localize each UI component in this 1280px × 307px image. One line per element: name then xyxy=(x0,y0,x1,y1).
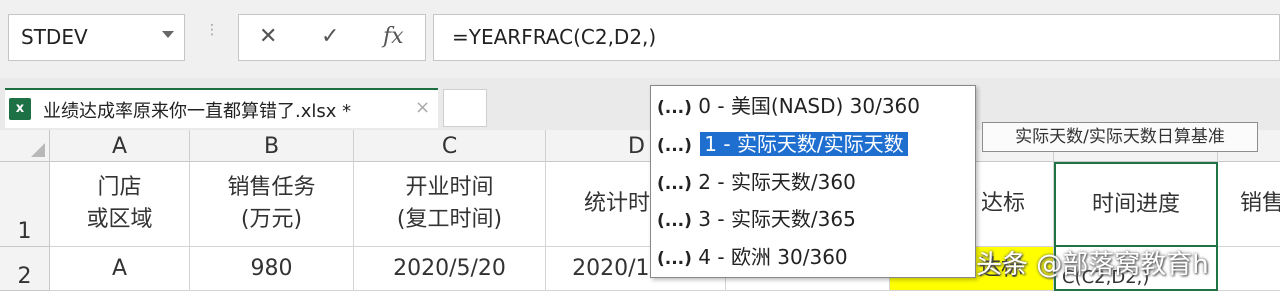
cell-a1-line1: 门店 xyxy=(97,175,142,200)
option-prefix: (...) xyxy=(657,174,692,194)
column-header-c[interactable]: C xyxy=(354,130,546,162)
cell-b1-line2: (万元) xyxy=(240,207,303,232)
row-header-1[interactable]: 1 xyxy=(0,162,50,247)
formula-input[interactable]: =YEARFRAC(C2,D2,) xyxy=(433,14,1280,61)
option-prefix: (...) xyxy=(657,136,692,156)
option-label: 2 - 实际天数/360 xyxy=(698,170,856,194)
cell-b1-line1: 销售任务 xyxy=(227,175,316,200)
cell-a1-line2: 或区域 xyxy=(86,207,153,232)
excel-file-icon: x xyxy=(9,98,31,120)
cell-a1[interactable]: 门店 或区域 xyxy=(50,162,190,247)
cell-c2[interactable]: 2020/5/20 xyxy=(354,247,546,291)
option-prefix: (...) xyxy=(657,249,692,269)
list-item[interactable]: (...) 4 - 欧洲 30/360 xyxy=(653,241,848,273)
cell-a2[interactable]: A xyxy=(50,247,190,291)
cell-a2-text: A xyxy=(111,255,128,281)
name-box-value: STDEV xyxy=(21,25,88,49)
formula-buttons: ✕ ✓ fx xyxy=(238,14,426,61)
option-label: 0 - 美国(NASD) 30/360 xyxy=(698,94,920,118)
cell-b1[interactable]: 销售任务 (万元) xyxy=(190,162,354,247)
name-box[interactable]: STDEV xyxy=(8,14,185,61)
cell-h1-text: 销售 xyxy=(1240,191,1280,216)
option-label: 4 - 欧洲 30/360 xyxy=(698,245,848,269)
new-tab-button[interactable] xyxy=(443,89,487,127)
cell-c1-line1: 开业时间 xyxy=(405,175,494,200)
list-item[interactable]: (...) 0 - 美国(NASD) 30/360 xyxy=(653,90,920,122)
option-prefix: (...) xyxy=(657,211,692,231)
option-tooltip: 实际天数/实际天数日算基准 xyxy=(982,122,1258,152)
list-item-selected[interactable]: (...) 1 - 实际天数/实际天数 xyxy=(653,128,908,160)
select-all-corner[interactable] xyxy=(0,130,50,162)
cell-g1-text: 时间进度 xyxy=(1091,191,1180,217)
cell-h2[interactable] xyxy=(1218,247,1280,291)
cell-c1[interactable]: 开业时间 (复工时间) xyxy=(354,162,546,247)
cell-b2[interactable]: 980 xyxy=(190,247,354,291)
list-item[interactable]: (...) 2 - 实际天数/360 xyxy=(653,166,856,198)
formula-text: =YEARFRAC(C2,D2,) xyxy=(452,25,657,49)
function-argument-dropdown: (...) 0 - 美国(NASD) 30/360 (...) 1 - 实际天数… xyxy=(650,85,976,278)
close-icon[interactable]: × xyxy=(415,97,430,118)
column-header-a[interactable]: A xyxy=(50,130,190,162)
enter-icon[interactable]: ✓ xyxy=(321,24,339,49)
row-header-2[interactable]: 2 xyxy=(0,247,50,291)
cell-h1[interactable]: 销售 xyxy=(1218,162,1280,247)
cell-c1-line2: (复工时间) xyxy=(396,207,503,232)
tab-title: 业绩达成率原来你一直都算错了.xlsx * xyxy=(43,101,352,122)
option-label: 1 - 实际天数/实际天数 xyxy=(700,132,908,156)
cell-c2-text: 2020/5/20 xyxy=(393,255,506,281)
cell-b2-text: 980 xyxy=(250,255,293,281)
cell-f1-text: 达标 xyxy=(980,191,1025,216)
insert-function-icon[interactable]: fx xyxy=(383,24,404,49)
cell-g1[interactable]: 时间进度 xyxy=(1054,162,1218,247)
cancel-icon[interactable]: ✕ xyxy=(259,24,277,49)
tab-workbook[interactable]: x 业绩达成率原来你一直都算错了.xlsx * × xyxy=(5,88,438,128)
watermark: 头条 @部落窝教育h xyxy=(976,250,1209,280)
column-header-b[interactable]: B xyxy=(190,130,354,162)
chevron-down-icon[interactable] xyxy=(162,31,174,38)
cell-d1-text: 统计时 xyxy=(584,191,651,216)
list-item[interactable]: (...) 3 - 实际天数/365 xyxy=(653,203,856,235)
option-label: 3 - 实际天数/365 xyxy=(698,207,856,231)
option-prefix: (...) xyxy=(657,98,692,118)
drag-handle-icon[interactable]: ⋮ xyxy=(205,23,219,50)
